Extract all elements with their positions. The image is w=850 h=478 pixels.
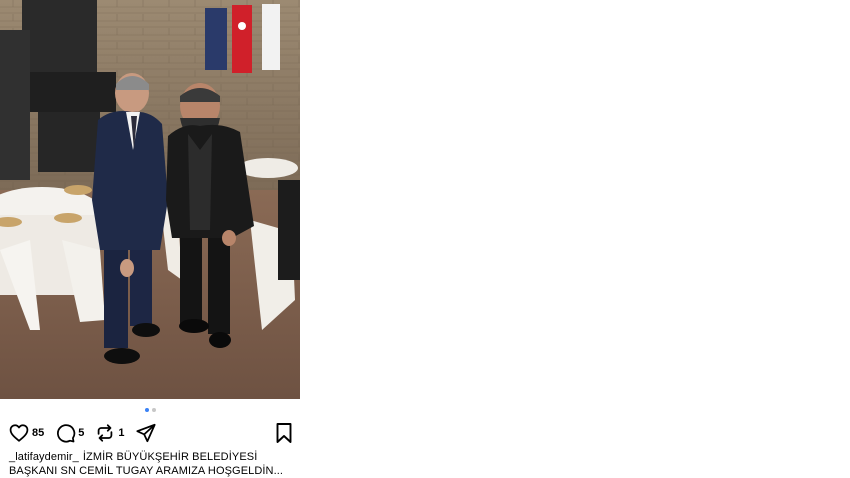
comment-button[interactable]: 5 — [54, 422, 84, 444]
post-action-bar: 85 5 1 — [8, 421, 294, 445]
carousel-indicator — [0, 408, 300, 412]
comment-icon — [57, 424, 76, 443]
repost-count: 1 — [118, 427, 125, 439]
carousel-dot — [151, 408, 156, 412]
caption-username[interactable]: _latifaydemir_ — [9, 451, 79, 463]
share-button[interactable] — [135, 422, 157, 444]
bookmark-icon — [276, 423, 292, 443]
social-post: 85 5 1 _latifaydemir_ İZMİR BÜYÜKŞEHİR B… — [0, 0, 300, 478]
repost-icon — [98, 424, 113, 442]
carousel-dot-active — [144, 408, 149, 412]
send-icon — [135, 423, 156, 443]
save-button[interactable] — [274, 422, 294, 449]
post-photo[interactable] — [0, 0, 300, 399]
post-caption: _latifaydemir_ İZMİR BÜYÜKŞEHİR BELEDİYES… — [9, 450, 294, 478]
like-count: 85 — [32, 427, 45, 439]
repost-button[interactable]: 1 — [94, 422, 125, 444]
like-button[interactable]: 85 — [8, 422, 44, 444]
heart-icon — [9, 424, 29, 442]
post-photo-image — [0, 0, 300, 399]
comment-count: 5 — [78, 427, 85, 439]
